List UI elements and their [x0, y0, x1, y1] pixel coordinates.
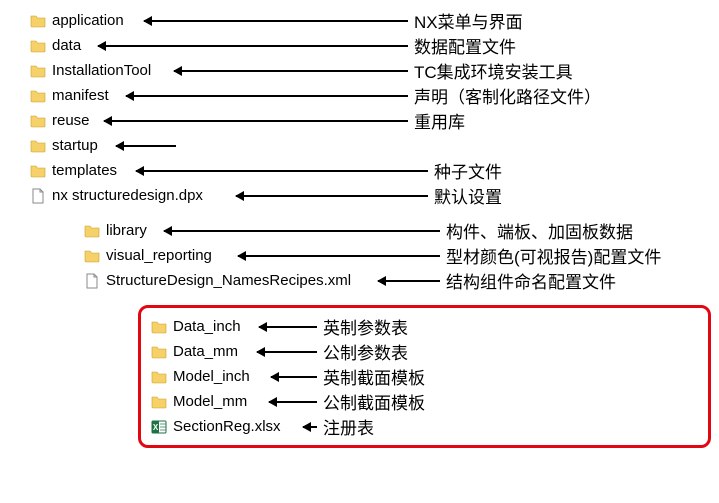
arrow-left-icon	[126, 95, 408, 97]
folder-icon	[84, 248, 100, 264]
item-name: SectionReg.xlsx	[173, 418, 293, 435]
tree-row: data 数据配置文件	[30, 33, 710, 58]
tree-row: StructureDesign_NamesRecipes.xml 结构组件命名配置…	[84, 268, 710, 293]
item-description: 数据配置文件	[414, 33, 516, 58]
item-name: Model_mm	[173, 393, 259, 410]
tree-row: Data_inch 英制参数表	[151, 314, 571, 339]
arrow-left-icon	[259, 326, 317, 328]
item-name: Data_mm	[173, 343, 247, 360]
folder-icon	[30, 13, 46, 29]
item-description: 公制截面模板	[323, 389, 425, 414]
arrow-left-icon	[271, 376, 317, 378]
item-name: visual_reporting	[106, 247, 228, 264]
tree-row: manifest 声明（客制化路径文件）	[30, 83, 710, 108]
item-description: 声明（客制化路径文件）	[414, 83, 601, 108]
folder-icon	[30, 38, 46, 54]
arrow-left-icon	[116, 145, 176, 147]
folder-icon	[151, 319, 167, 335]
excel-icon: X	[151, 419, 167, 435]
item-name: templates	[52, 162, 126, 179]
item-description: 构件、端板、加固板数据	[446, 218, 633, 243]
arrow-left-icon	[98, 45, 408, 47]
item-name: data	[52, 37, 88, 54]
tree-row: startup	[30, 133, 710, 158]
arrow-left-icon	[164, 230, 440, 232]
item-description: 英制参数表	[323, 314, 408, 339]
item-description: 注册表	[323, 414, 374, 439]
item-description: 默认设置	[434, 183, 502, 208]
item-description: 英制截面模板	[323, 364, 425, 389]
svg-text:X: X	[153, 423, 159, 432]
tree-row: visual_reporting 型材颜色(可视报告)配置文件	[84, 243, 710, 268]
tree-row: reuse 重用库	[30, 108, 710, 133]
arrow-left-icon	[238, 255, 440, 257]
tree-row: X SectionReg.xlsx 注册表	[151, 414, 571, 439]
item-name: Data_inch	[173, 318, 249, 335]
arrow-left-icon	[257, 351, 317, 353]
arrow-left-icon	[303, 426, 317, 428]
tree-row: library 构件、端板、加固板数据	[84, 218, 710, 243]
arrow-left-icon	[104, 120, 408, 122]
tree-row: nx structuredesign.dpx 默认设置	[30, 183, 710, 208]
arrow-left-icon	[144, 20, 408, 22]
item-name: nx structuredesign.dpx	[52, 187, 226, 204]
item-name: Model_inch	[173, 368, 261, 385]
tree-row: Model_mm 公制截面模板	[151, 389, 571, 414]
arrow-left-icon	[174, 70, 408, 72]
file-icon	[30, 188, 46, 204]
folder-icon	[84, 223, 100, 239]
tree-row: application NX菜单与界面	[30, 8, 710, 33]
tree-row: InstallationTool TC集成环境安装工具	[30, 58, 710, 83]
item-name: manifest	[52, 87, 116, 104]
file-icon	[84, 273, 100, 289]
folder-icon	[30, 113, 46, 129]
item-name: InstallationTool	[52, 62, 164, 79]
arrow-left-icon	[269, 401, 317, 403]
item-description: 公制参数表	[323, 339, 408, 364]
item-description: 种子文件	[434, 158, 502, 183]
item-name: StructureDesign_NamesRecipes.xml	[106, 272, 368, 289]
item-name: library	[106, 222, 154, 239]
folder-icon	[151, 344, 167, 360]
folder-icon	[30, 88, 46, 104]
item-name: application	[52, 12, 134, 29]
item-description: 型材颜色(可视报告)配置文件	[446, 243, 661, 268]
arrow-left-icon	[378, 280, 440, 282]
folder-icon	[151, 369, 167, 385]
tree-row: Model_inch 英制截面模板	[151, 364, 571, 389]
item-name: reuse	[52, 112, 94, 129]
folder-icon	[30, 63, 46, 79]
folder-icon	[30, 138, 46, 154]
tree-row: templates 种子文件	[30, 158, 710, 183]
item-description: NX菜单与界面	[414, 8, 523, 33]
item-description: 重用库	[414, 108, 465, 133]
item-name: startup	[52, 137, 106, 154]
arrow-left-icon	[136, 170, 428, 172]
item-description: TC集成环境安装工具	[414, 58, 573, 83]
arrow-left-icon	[236, 195, 428, 197]
tree-row: Data_mm 公制参数表	[151, 339, 571, 364]
folder-icon	[151, 394, 167, 410]
item-description: 结构组件命名配置文件	[446, 268, 616, 293]
folder-icon	[30, 163, 46, 179]
